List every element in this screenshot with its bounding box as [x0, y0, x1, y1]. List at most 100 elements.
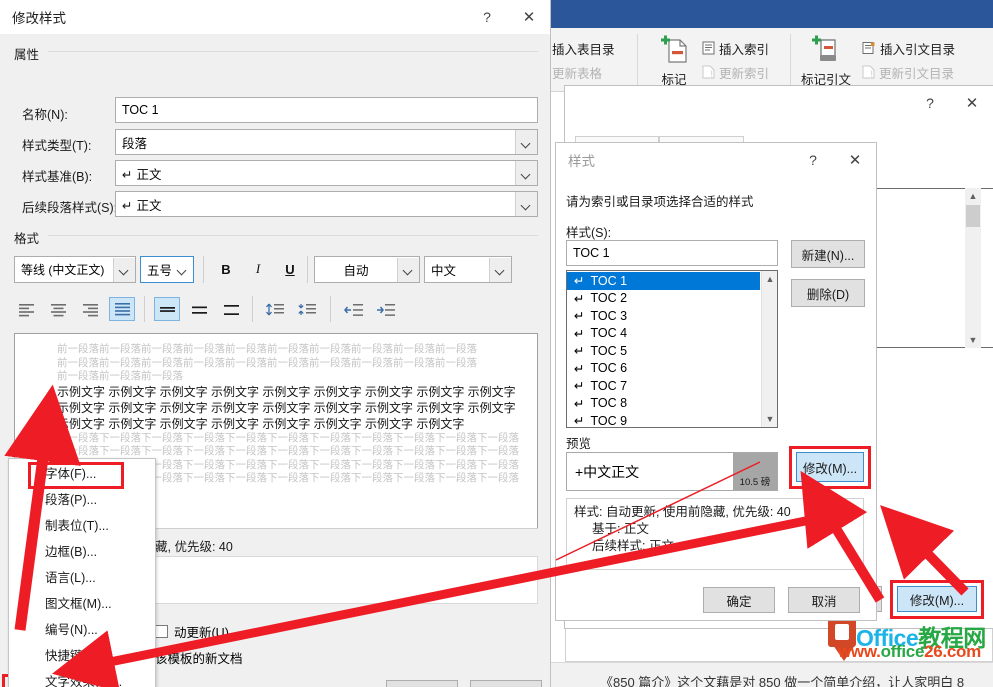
font-size-chevron-down-icon[interactable] — [171, 258, 193, 282]
scroll-down-icon[interactable]: ▼ — [965, 332, 981, 348]
pilcrow-icon: ↵ — [574, 378, 584, 393]
insert-table-of-figures-label[interactable]: 插入表目录 — [552, 39, 615, 58]
menu-item-language[interactable]: 语言(L)... — [9, 563, 155, 589]
style-dialog-close-button[interactable]: ✕ — [834, 143, 876, 177]
modify-style-cancel-button[interactable]: 取消 — [470, 680, 542, 687]
font-name-combo[interactable]: 等线 (中文正文) — [14, 256, 136, 283]
auto-update-row[interactable]: 动更新(U) — [155, 622, 229, 641]
format-context-menu[interactable]: 字体(F)...段落(P)...制表位(T)...边框(B)...语言(L)..… — [8, 458, 156, 687]
styles-list-label: 样式(S): — [566, 222, 611, 241]
pilcrow-icon: ↵ — [574, 361, 584, 376]
style-preview-box: +中文正文 10.5 磅 — [566, 452, 778, 491]
style-list-item[interactable]: ↵TOC 2 — [567, 290, 760, 308]
modify-style-ok-button[interactable]: 确定 — [386, 680, 458, 687]
styles-listbox-scrollbar[interactable]: ▲ ▼ — [761, 271, 777, 427]
style-list-item[interactable]: ↵TOC 3 — [567, 307, 760, 325]
format-legend: 格式 — [14, 228, 45, 247]
modify-style-titlebar: 修改样式 ? ✕ — [0, 0, 550, 34]
style-next-chevron-down-icon[interactable] — [515, 192, 537, 216]
index-dialog-help-button[interactable]: ? — [909, 86, 951, 120]
line-spacing-1-icon — [159, 302, 176, 316]
style-type-combo[interactable]: 段落 — [115, 129, 538, 155]
style-basedon-chevron-down-icon[interactable] — [515, 161, 537, 185]
style-list-item[interactable]: ↵TOC 5 — [567, 342, 760, 360]
mark-entry-button[interactable]: 标记 — [642, 33, 706, 88]
style-name-input[interactable]: TOC 1 — [566, 240, 778, 266]
modify-style-help-button[interactable]: ? — [466, 0, 508, 34]
style-list-item[interactable]: ↵TOC 1 — [567, 272, 760, 290]
update-index-label: 更新索引 — [719, 63, 769, 82]
menu-item-frame[interactable]: 图文框(M)... — [9, 589, 155, 615]
style-next-combo[interactable]: ↵正文 — [115, 191, 538, 217]
font-color-chevron-down-icon[interactable] — [397, 258, 419, 282]
insert-index-label[interactable]: 插入索引 — [719, 39, 769, 58]
styles-scroll-up-icon[interactable]: ▲ — [762, 271, 778, 287]
align-center-button[interactable] — [45, 298, 71, 322]
menu-item-text-effects[interactable]: 文字效果(E)... — [9, 667, 155, 687]
modify-style-desc-box — [147, 556, 538, 604]
style-cancel-button[interactable]: 取消 — [788, 587, 860, 613]
preview-before-2: 前一段落前一段落前一段落前一段落前一段落前一段落前一段落前一段落前一段落前一段落 — [57, 357, 523, 371]
scrollbar-thumb[interactable] — [966, 205, 980, 227]
font-color-combo[interactable]: 自动 — [314, 256, 420, 283]
font-name-chevron-down-icon[interactable] — [113, 258, 135, 282]
line-spacing-15-button[interactable] — [186, 298, 212, 322]
italic-button[interactable]: I — [245, 256, 271, 282]
styles-listbox[interactable]: ↵TOC 1↵TOC 2↵TOC 3↵TOC 4↵TOC 5↵TOC 6↵TOC… — [566, 270, 778, 428]
increase-indent-button[interactable] — [372, 298, 398, 322]
insert-table-of-authorities-label[interactable]: 插入引文目录 — [880, 39, 955, 58]
line-spacing-2-icon — [223, 303, 240, 317]
align-justify-button[interactable] — [109, 297, 135, 321]
style-list-item[interactable]: ↵TOC 4 — [567, 325, 760, 343]
auto-update-checkbox[interactable] — [155, 625, 168, 638]
style-list-item[interactable]: ↵TOC 6 — [567, 360, 760, 378]
language-combo[interactable]: 中文 — [424, 256, 512, 283]
scroll-up-icon[interactable]: ▲ — [965, 188, 981, 204]
styles-scroll-down-icon[interactable]: ▼ — [762, 411, 778, 427]
modify-style-close-button[interactable]: ✕ — [508, 0, 550, 34]
bold-button[interactable]: B — [213, 256, 239, 282]
index-preview-scrollbar[interactable]: ▲ ▼ — [965, 188, 981, 348]
ribbon-group-index: 标记 插入索引 ! 更新索引 — [640, 28, 790, 92]
properties-divider — [48, 51, 538, 52]
decrease-paragraph-spacing-button[interactable] — [294, 297, 320, 321]
line-spacing-double-button[interactable] — [218, 298, 244, 322]
style-preview-text: +中文正文 — [567, 453, 733, 490]
increase-paragraph-spacing-button[interactable] — [262, 297, 288, 321]
menu-item-numbering[interactable]: 编号(N)... — [9, 615, 155, 641]
font-size-combo[interactable]: 五号 — [140, 256, 194, 283]
menu-item-shortcut[interactable]: 快捷键(K)... — [9, 641, 155, 667]
menu-item-label: 段落(P)... — [45, 489, 97, 508]
delete-style-button[interactable]: 删除(D) — [791, 279, 865, 307]
language-chevron-down-icon[interactable] — [489, 258, 511, 282]
underline-button[interactable]: U — [277, 256, 303, 282]
watermark-line-2: www.office26.com — [838, 642, 981, 662]
align-right-button[interactable] — [77, 298, 103, 322]
style-list-item[interactable]: ↵TOC 8 — [567, 395, 760, 413]
menu-item-tabs[interactable]: 制表位(T)... — [9, 511, 155, 537]
menu-item-border[interactable]: 边框(B)... — [9, 537, 155, 563]
style-ok-button[interactable]: 确定 — [703, 587, 775, 613]
style-dialog-help-button[interactable]: ? — [792, 143, 834, 177]
mark-citation-button[interactable]: 标记引文 — [794, 33, 858, 88]
index-dialog-close-button[interactable]: ✕ — [951, 86, 993, 120]
align-right-icon — [82, 303, 99, 317]
new-docs-row[interactable]: 该模板的新文档 — [155, 648, 243, 667]
pilcrow-icon: ↵ — [574, 308, 584, 323]
style-basedon-combo[interactable]: ↵正文 — [115, 160, 538, 186]
style-list-item[interactable]: ↵TOC 9 — [567, 412, 760, 428]
style-list-item-label: TOC 1 — [590, 274, 627, 288]
style-type-chevron-down-icon[interactable] — [515, 130, 537, 154]
new-style-button[interactable]: 新建(N)... — [791, 240, 865, 268]
font-name-value: 等线 (中文正文) — [15, 261, 113, 278]
update-table-of-authorities-label: 更新引文目录 — [879, 63, 954, 82]
style-name-field[interactable]: TOC 1 — [115, 97, 538, 123]
style-list-item[interactable]: ↵TOC 7 — [567, 377, 760, 395]
insert-table-of-authorities-icon — [862, 41, 876, 55]
align-left-button[interactable] — [13, 298, 39, 322]
menu-item-label: 制表位(T)... — [45, 515, 109, 534]
decrease-indent-button[interactable] — [340, 298, 366, 322]
style-description: 样式: 自动更新, 使用前隐藏, 优先级: 40 基于: 正文 后续样式: 正文 — [566, 498, 864, 570]
line-spacing-single-button[interactable] — [154, 297, 180, 321]
svg-text:!: ! — [871, 69, 874, 79]
